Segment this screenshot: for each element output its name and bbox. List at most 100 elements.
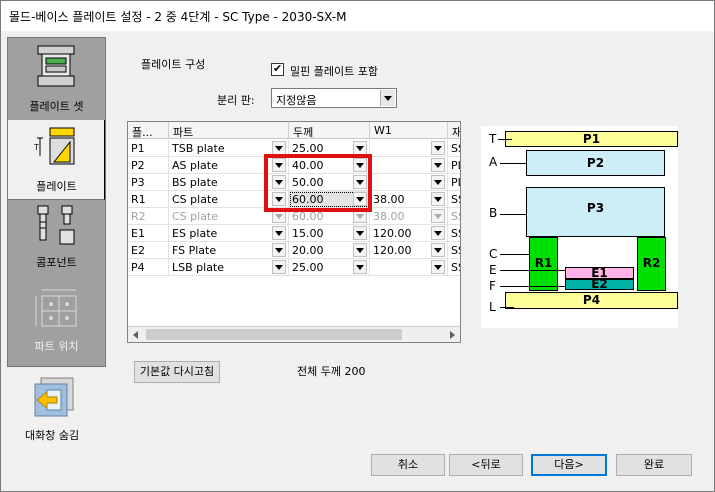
cell-plate-id: R2 [128, 208, 169, 225]
cell-w1[interactable]: 120.00 [370, 242, 448, 259]
diagram-leader-b [500, 214, 526, 215]
nav-label-plate: 플레이트 [36, 180, 77, 193]
plate-set-icon [37, 45, 75, 87]
cell-thickness-text: 25.00 [292, 261, 324, 274]
diagram-plate-p3: P3 [526, 187, 665, 237]
table-row[interactable]: E1 ES plate 15.00 120.00 SS [128, 225, 460, 242]
nav-item-component[interactable]: 콤포넌트 [8, 202, 105, 282]
col-header-plate[interactable]: 플... [128, 122, 169, 139]
chevron-down-icon[interactable] [431, 209, 445, 223]
cell-w1[interactable]: 120.00 [370, 225, 448, 242]
scroll-right-icon[interactable] [444, 327, 460, 342]
cell-plate-id-text: P2 [131, 159, 145, 172]
next-button[interactable]: 다음> [531, 454, 607, 476]
col-header-thickness[interactable]: 두께 [289, 122, 370, 139]
scroll-thumb[interactable] [146, 329, 402, 340]
diagram-leader-l [500, 307, 514, 308]
chevron-down-icon[interactable] [272, 141, 286, 155]
cell-plate-id: P4 [128, 259, 169, 276]
cell-plate-id-text: R1 [131, 193, 146, 206]
diagram-label-a: A [489, 155, 498, 169]
table-horizontal-scrollbar[interactable] [128, 326, 460, 342]
chevron-down-icon[interactable] [272, 226, 286, 240]
hide-dialog-label: 대화창 숨김 [25, 429, 80, 442]
cell-material: PL [448, 174, 460, 191]
cell-material-text: SS [451, 193, 460, 206]
cell-w1[interactable] [370, 157, 448, 174]
cancel-button[interactable]: 취소 [371, 454, 445, 476]
back-button[interactable]: <뒤로 [449, 454, 523, 476]
chevron-down-icon[interactable] [431, 192, 445, 206]
cell-plate-id-text: E2 [131, 244, 145, 257]
cell-w1[interactable]: 38.00 [370, 191, 448, 208]
reset-defaults-button[interactable]: 기본값 다시고침 [134, 361, 220, 383]
plate-icon: T [34, 127, 75, 165]
cell-thickness[interactable]: 15.00 [289, 225, 370, 242]
diagram-leader-e [500, 270, 565, 271]
chevron-down-icon[interactable] [431, 158, 445, 172]
cell-part[interactable]: ES plate [169, 225, 289, 242]
cell-thickness[interactable]: 25.00 [289, 259, 370, 276]
cell-material-text: SS [451, 142, 460, 155]
chevron-down-icon[interactable] [272, 243, 286, 257]
cell-w1-text: 38.00 [373, 210, 405, 223]
cell-material: SS [448, 191, 460, 208]
cell-w1[interactable] [370, 140, 448, 157]
table-row[interactable]: P4 LSB plate 25.00 SS [128, 259, 460, 276]
diagram-plate-r2: R2 [637, 237, 666, 291]
thickness-highlight-box [264, 154, 372, 212]
svg-text:T: T [34, 143, 39, 152]
cell-thickness[interactable]: 20.00 [289, 242, 370, 259]
chevron-down-icon[interactable] [431, 243, 445, 257]
table-row[interactable]: E2 FS Plate 20.00 120.00 SS [128, 242, 460, 259]
chevron-down-icon[interactable] [353, 141, 367, 155]
cell-part[interactable]: FS Plate [169, 242, 289, 259]
cell-plate-id: R1 [128, 191, 169, 208]
col-header-w1[interactable]: W1 [370, 122, 448, 139]
chevron-down-icon[interactable] [431, 260, 445, 274]
plate-diagram: P1 P2 P3 R1 R2 E1 E2 P4 T A B C E F L [481, 126, 678, 328]
table-header: 플... 파트 두께 W1 재 [128, 122, 460, 139]
cell-thickness-text: 15.00 [292, 227, 324, 240]
diagram-plate-p2: P2 [526, 150, 665, 176]
cell-plate-id: P2 [128, 157, 169, 174]
cell-w1[interactable] [370, 259, 448, 276]
dialog-client: 플레이트 셋 T 플레이트 콤포넌트 파트 위치 대화창 숨김 플레이트 구성 … [1, 31, 714, 491]
cell-material: SS [448, 259, 460, 276]
nav-label-part-position: 파트 위치 [34, 340, 79, 353]
chevron-down-icon[interactable] [431, 141, 445, 155]
diagram-label-l: L [489, 300, 496, 314]
part-position-icon [35, 289, 77, 327]
cell-plate-id: P3 [128, 174, 169, 191]
cell-part-text: CS plate [172, 210, 219, 223]
cell-part[interactable]: LSB plate [169, 259, 289, 276]
chevron-down-icon[interactable] [380, 90, 395, 106]
chevron-down-icon[interactable] [431, 175, 445, 189]
col-header-material[interactable]: 재 [448, 122, 460, 139]
cell-w1-text: 120.00 [373, 244, 412, 257]
hide-dialog-button[interactable]: 대화창 숨김 [19, 376, 89, 446]
cell-plate-id-text: P1 [131, 142, 145, 155]
diagram-leader-a [500, 163, 526, 164]
cell-w1[interactable]: 38.00 [370, 208, 448, 225]
chevron-down-icon[interactable] [431, 226, 445, 240]
ejector-plate-checkbox[interactable] [271, 62, 284, 76]
scroll-left-icon[interactable] [128, 327, 144, 342]
chevron-down-icon[interactable] [353, 226, 367, 240]
col-header-part[interactable]: 파트 [169, 122, 289, 139]
diagram-label-f: F [489, 279, 496, 293]
cell-material-text: SS [451, 244, 460, 257]
chevron-down-icon[interactable] [272, 260, 286, 274]
split-plate-select[interactable]: 지정않음 [271, 88, 397, 108]
chevron-down-icon[interactable] [353, 243, 367, 257]
nav-item-part-position[interactable]: 파트 위치 [8, 284, 105, 364]
cell-material: PL [448, 157, 460, 174]
finish-button[interactable]: 완료 [616, 454, 692, 476]
nav-item-plate-set[interactable]: 플레이트 셋 [8, 38, 105, 118]
cell-w1-text: 38.00 [373, 193, 405, 206]
cell-w1[interactable] [370, 174, 448, 191]
nav-label-plate-set: 플레이트 셋 [29, 100, 84, 113]
chevron-down-icon[interactable] [353, 260, 367, 274]
cell-plate-id-text: P3 [131, 176, 145, 189]
nav-item-plate[interactable]: T 플레이트 [8, 120, 105, 200]
